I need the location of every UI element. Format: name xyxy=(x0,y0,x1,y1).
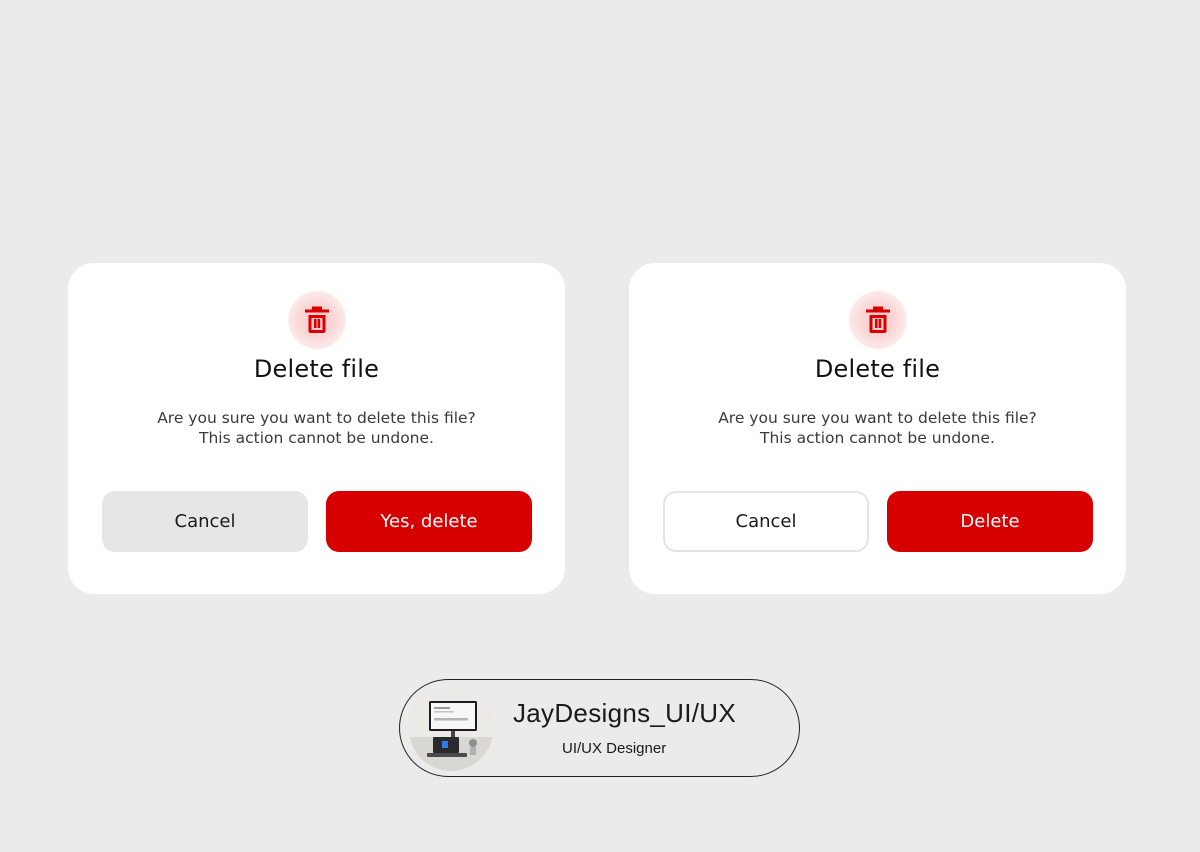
trash-icon xyxy=(866,306,890,333)
trash-icon-badge xyxy=(849,291,907,349)
avatar-photo xyxy=(409,687,493,771)
dialog-message-line-1: Are you sure you want to delete this fil… xyxy=(157,409,476,427)
designer-profile-badge: JayDesigns_UI/UX UI/UX Designer xyxy=(399,679,800,777)
profile-role: UI/UX Designer xyxy=(562,740,667,757)
delete-dialog-2: Delete file Are you sure you want to del… xyxy=(629,263,1126,594)
cancel-button[interactable]: Cancel xyxy=(102,491,308,552)
dialog-message-line-2: This action cannot be undone. xyxy=(199,429,434,447)
dialog-message: Are you sure you want to delete this fil… xyxy=(68,408,565,448)
dialog-message: Are you sure you want to delete this fil… xyxy=(629,408,1126,448)
cancel-button-label: Cancel xyxy=(174,511,236,532)
confirm-delete-button-label: Delete xyxy=(960,511,1020,532)
trash-icon-badge xyxy=(288,291,346,349)
dialog-message-line-1: Are you sure you want to delete this fil… xyxy=(718,409,1037,427)
delete-dialog-1: Delete file Are you sure you want to del… xyxy=(68,263,565,594)
confirm-delete-button[interactable]: Delete xyxy=(887,491,1093,552)
dialog-title: Delete file xyxy=(253,355,380,383)
dialog-title: Delete file xyxy=(814,355,941,383)
confirm-delete-button[interactable]: Yes, delete xyxy=(326,491,532,552)
cancel-button[interactable]: Cancel xyxy=(663,491,869,552)
profile-name: JayDesigns_UI/UX xyxy=(513,698,736,728)
confirm-delete-button-label: Yes, delete xyxy=(380,511,478,532)
trash-icon xyxy=(305,306,329,333)
dialog-message-line-2: This action cannot be undone. xyxy=(760,429,995,447)
cancel-button-label: Cancel xyxy=(735,511,797,532)
avatar xyxy=(409,687,493,771)
